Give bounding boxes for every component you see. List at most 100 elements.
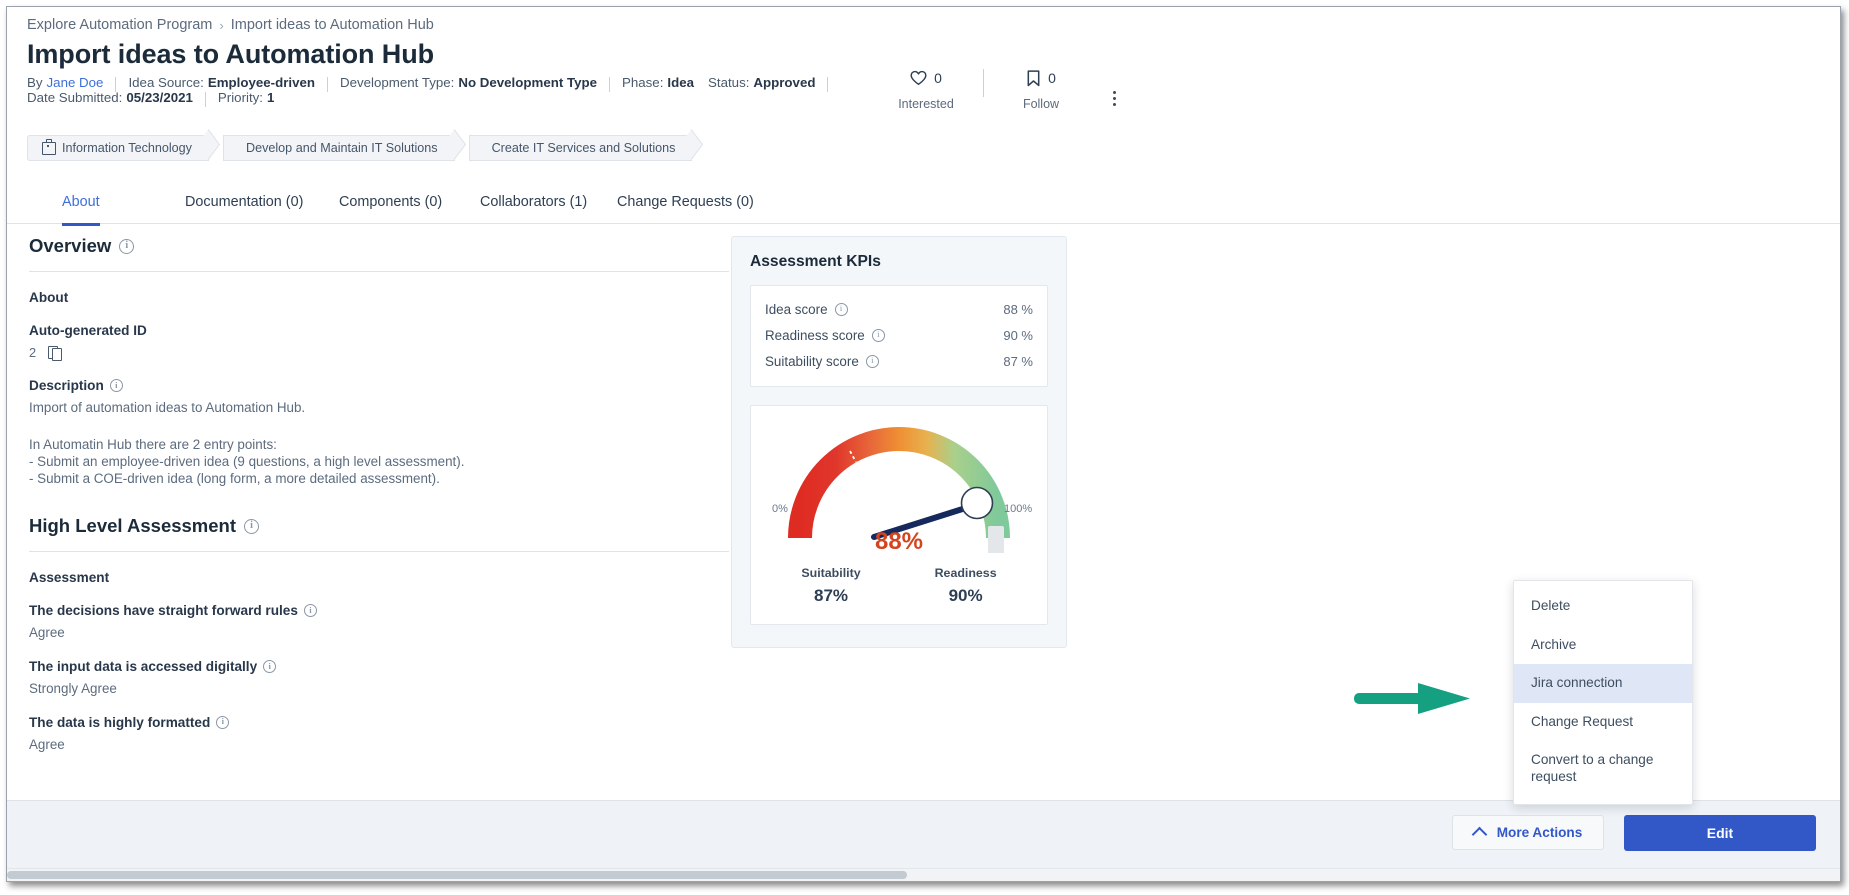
- interested-label: Interested: [898, 97, 954, 111]
- gauge-legend-readiness: Readiness 90%: [935, 566, 997, 606]
- about-heading-group: About: [29, 290, 729, 305]
- header-meta-row-secondary: Date Submitted: 05/23/2021 Priority: 1: [27, 90, 274, 107]
- meta-phase: Phase: Idea: [622, 75, 694, 90]
- divider: [29, 271, 729, 272]
- info-icon[interactable]: [834, 302, 848, 316]
- assessment-question-2: The data is highly formatted Agree: [29, 715, 729, 753]
- kpi-row-suitability-score: Suitability score 87 %: [765, 348, 1033, 374]
- tab-change-requests[interactable]: Change Requests (0): [617, 187, 754, 223]
- meta-divider: [609, 77, 610, 92]
- chip-develop-and-maintain-it-solutions[interactable]: Develop and Maintain IT Solutions: [222, 135, 455, 161]
- meta-idea-source: Idea Source: Employee-driven: [128, 75, 315, 90]
- info-icon[interactable]: [263, 660, 277, 674]
- auto-generated-id-group: Auto-generated ID 2: [29, 323, 729, 361]
- meta-author-link[interactable]: Jane Doe: [47, 75, 104, 90]
- assessment-heading-group: Assessment: [29, 570, 729, 585]
- chip-label: Create IT Services and Solutions: [491, 141, 676, 155]
- chip-label: Information Technology: [62, 141, 192, 155]
- more-actions-dropdown-menu: Delete Archive Jira connection Change Re…: [1513, 580, 1693, 806]
- info-icon[interactable]: [109, 379, 123, 392]
- breadcrumb-item-0[interactable]: Explore Automation Program: [27, 17, 212, 33]
- kebab-menu-icon[interactable]: [1104, 87, 1124, 109]
- menu-item-jira-connection[interactable]: Jira connection: [1514, 664, 1692, 703]
- gauge-knob: [960, 486, 994, 520]
- assessment-answer: Agree: [29, 736, 65, 752]
- info-icon[interactable]: [865, 354, 879, 368]
- menu-item-archive[interactable]: Archive: [1514, 626, 1692, 665]
- meta-author: By Jane Doe: [27, 75, 103, 90]
- follow-count: 0: [1048, 70, 1056, 86]
- tab-bar: About Documentation (0) Components (0) C…: [7, 187, 1840, 226]
- footer-action-bar: More Actions Edit: [7, 800, 1840, 869]
- interested-count: 0: [934, 70, 942, 86]
- horizontal-scrollbar[interactable]: [7, 868, 1840, 881]
- assessment-question-text: The input data is accessed digitally: [29, 659, 258, 675]
- info-icon[interactable]: [244, 518, 260, 534]
- gauge-max-label: 100%: [1004, 503, 1033, 515]
- kpi-list: Idea score 88 % Readiness score 90 % Sui…: [750, 285, 1048, 387]
- assessment-question-text: The data is highly formatted: [29, 714, 211, 730]
- meta-phase-label: Phase:: [622, 75, 664, 90]
- info-icon[interactable]: [216, 715, 230, 729]
- about-heading: About: [29, 290, 69, 305]
- follow-button[interactable]: 0 Follow: [1002, 67, 1080, 111]
- follow-label: Follow: [1022, 97, 1060, 111]
- tab-about[interactable]: About: [62, 187, 100, 226]
- meta-development-type: Development Type: No Development Type: [340, 75, 597, 90]
- gauge-chart-card: 0% 100% 88% Suitability 87% Readiness 90…: [750, 405, 1048, 625]
- info-icon[interactable]: [119, 238, 135, 254]
- kpi-name: Idea score: [765, 301, 828, 317]
- gauge-legend-value: 87%: [813, 586, 849, 605]
- meta-status-label: Status:: [708, 75, 750, 90]
- auto-generated-id-label: Auto-generated ID: [29, 323, 147, 338]
- header-meta-row-primary: By Jane Doe Idea Source: Employee-driven…: [27, 75, 840, 92]
- meta-status: Status: Approved: [708, 75, 815, 90]
- meta-idea-source-label: Idea Source:: [128, 75, 204, 90]
- kpi-name: Suitability score: [765, 353, 859, 369]
- heart-icon: [910, 70, 927, 85]
- tab-documentation[interactable]: Documentation (0): [185, 187, 303, 223]
- info-icon[interactable]: [303, 604, 317, 618]
- assessment-question-0: The decisions have straight forward rule…: [29, 603, 729, 641]
- assessment-answer: Agree: [29, 625, 65, 641]
- assessment-kpis-panel: Assessment KPIs Idea score 88 % Readines…: [731, 236, 1067, 648]
- kpi-row-readiness-score: Readiness score 90 %: [765, 322, 1033, 348]
- chip-create-it-services-and-solutions[interactable]: Create IT Services and Solutions: [468, 135, 693, 161]
- horizontal-scrollbar-thumb[interactable]: [7, 871, 907, 879]
- more-actions-button-label: More Actions: [1496, 825, 1583, 840]
- assessment-kpis-title: Assessment KPIs: [750, 253, 881, 270]
- chip-label: Develop and Maintain IT Solutions: [245, 141, 438, 155]
- tab-collaborators[interactable]: Collaborators (1): [480, 187, 587, 223]
- gauge-value-label: 88%: [874, 528, 924, 555]
- kpi-name: Readiness score: [765, 327, 865, 343]
- meta-development-type-label: Development Type:: [340, 75, 455, 90]
- chip-information-technology[interactable]: Information Technology: [27, 135, 209, 161]
- tab-components[interactable]: Components (0): [339, 187, 442, 223]
- annotation-arrow-icon: [1354, 683, 1470, 714]
- assessment-heading: Assessment: [29, 570, 110, 586]
- kpi-value: 90 %: [1003, 327, 1033, 343]
- kpi-value: 87 %: [1003, 353, 1033, 369]
- description-extra: In Automatin Hub there are 2 entry point…: [29, 436, 465, 487]
- gauge-legend-value: 90%: [948, 586, 983, 605]
- menu-item-change-request[interactable]: Change Request: [1514, 703, 1692, 742]
- meta-date-submitted: Date Submitted: 05/23/2021: [27, 90, 193, 105]
- edit-button[interactable]: Edit: [1624, 815, 1816, 851]
- application-window: Explore Automation Program › Import idea…: [6, 6, 1841, 882]
- interested-button[interactable]: 0 Interested: [887, 67, 965, 111]
- more-actions-button[interactable]: More Actions: [1452, 815, 1604, 850]
- menu-item-convert-to-change-request[interactable]: Convert to a change request: [1514, 741, 1692, 796]
- meta-priority: Priority: 1: [218, 90, 274, 105]
- overview-section-title: Overview: [29, 235, 729, 257]
- info-icon[interactable]: [871, 328, 885, 342]
- menu-item-delete[interactable]: Delete: [1514, 587, 1692, 626]
- kpi-value: 88 %: [1003, 301, 1033, 317]
- breadcrumb-item-1[interactable]: Import ideas to Automation Hub: [231, 17, 434, 33]
- gauge-arc: [788, 427, 1010, 539]
- overview-title-text: Overview: [29, 235, 112, 256]
- divider: [29, 551, 729, 553]
- meta-divider: [827, 77, 829, 92]
- kpi-row-idea-score: Idea score 88 %: [765, 296, 1033, 322]
- copy-icon[interactable]: [48, 345, 62, 361]
- gauge-legend-suitability: Suitability 87%: [801, 566, 860, 606]
